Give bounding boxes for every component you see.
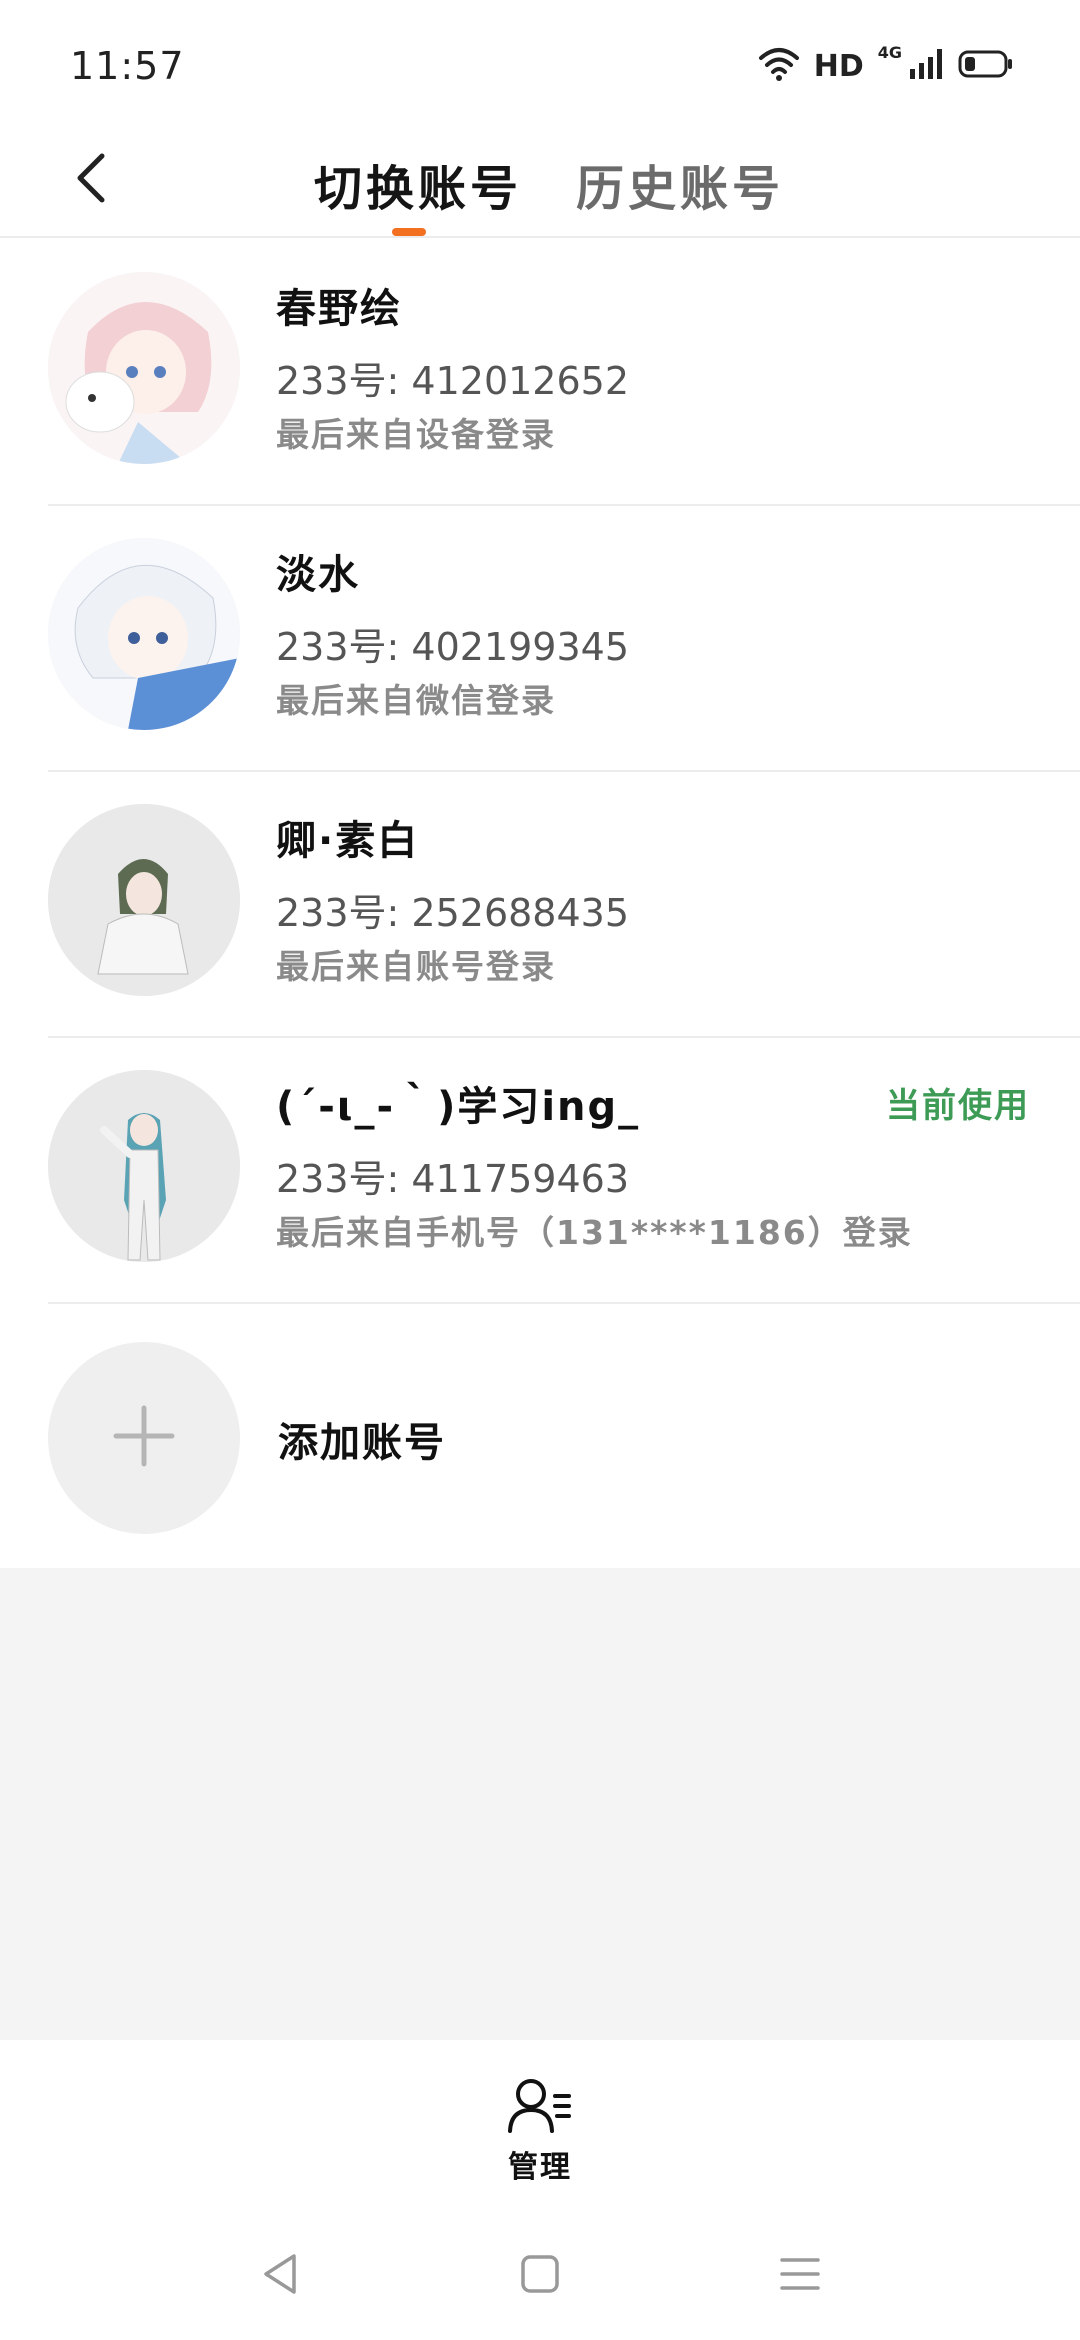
account-item[interactable]: 卿·素白 233号: 252688435 最后来自账号登录 bbox=[0, 772, 1080, 1038]
account-item[interactable]: 春野绘 233号: 412012652 最后来自设备登录 bbox=[0, 240, 1080, 506]
account-id: 233号: 412012652 bbox=[276, 359, 630, 403]
tab-history-account[interactable]: 历史账号 bbox=[576, 130, 784, 238]
account-id: 233号: 252688435 bbox=[276, 891, 630, 935]
current-account-badge: 当前使用 bbox=[886, 1086, 1030, 1126]
status-time: 11:57 bbox=[70, 44, 185, 88]
header: 切换账号 历史账号 bbox=[0, 130, 1080, 238]
nav-home-button[interactable] bbox=[510, 2246, 570, 2306]
account-list: 春野绘 233号: 412012652 最后来自设备登录 淡水 233号: 40… bbox=[0, 240, 1080, 1568]
user-manage-icon bbox=[507, 2076, 573, 2138]
empty-area bbox=[0, 1568, 1080, 2040]
system-navigation-bar bbox=[0, 2220, 1080, 2340]
active-tab-indicator bbox=[392, 228, 426, 236]
avatar bbox=[48, 1070, 240, 1262]
hd-indicator: HD bbox=[813, 48, 864, 84]
account-login-source: 最后来自设备登录 bbox=[276, 415, 556, 454]
account-item[interactable]: 淡水 233号: 402199345 最后来自微信登录 bbox=[0, 506, 1080, 772]
add-account-label: 添加账号 bbox=[278, 1420, 446, 1466]
account-login-source: 最后来自账号登录 bbox=[276, 947, 556, 986]
status-bar: 11:57 HD 4G bbox=[0, 0, 1080, 130]
menu-icon bbox=[780, 2256, 820, 2296]
nav-back-button[interactable] bbox=[250, 2246, 310, 2306]
chevron-left-icon bbox=[70, 150, 110, 210]
battery-icon bbox=[958, 49, 1014, 83]
status-icons: HD 4G bbox=[758, 42, 1014, 86]
account-login-source: 最后来自手机号（131****1186）登录 bbox=[276, 1213, 913, 1252]
manage-button[interactable]: 管理 bbox=[480, 2076, 600, 2196]
signal-icon bbox=[910, 49, 944, 83]
account-name: 春野绘 bbox=[276, 286, 402, 332]
nav-menu-button[interactable] bbox=[770, 2246, 830, 2306]
avatar bbox=[48, 804, 240, 996]
account-id: 233号: 411759463 bbox=[276, 1157, 630, 1201]
back-button[interactable] bbox=[50, 140, 130, 220]
account-login-source: 最后来自微信登录 bbox=[276, 681, 556, 720]
account-name: (´-ι_-｀)学习ing_ bbox=[276, 1084, 641, 1130]
network-type: 4G bbox=[877, 42, 902, 62]
manage-label: 管理 bbox=[508, 2150, 572, 2185]
tab-switch-account[interactable]: 切换账号 bbox=[314, 130, 522, 238]
plus-icon bbox=[112, 1404, 176, 1472]
account-name: 卿·素白 bbox=[276, 818, 420, 864]
square-home-icon bbox=[520, 2254, 560, 2298]
avatar bbox=[48, 272, 240, 464]
add-avatar bbox=[48, 1342, 240, 1534]
bottom-bar: 管理 bbox=[0, 2040, 1080, 2220]
triangle-back-icon bbox=[260, 2252, 300, 2300]
add-account-button[interactable]: 添加账号 bbox=[0, 1304, 1080, 1568]
account-id: 233号: 402199345 bbox=[276, 625, 630, 669]
wifi-icon bbox=[758, 46, 800, 86]
account-name: 淡水 bbox=[276, 552, 360, 598]
avatar bbox=[48, 538, 240, 730]
account-item[interactable]: (´-ι_-｀)学习ing_ 当前使用 233号: 411759463 最后来自… bbox=[0, 1038, 1080, 1304]
